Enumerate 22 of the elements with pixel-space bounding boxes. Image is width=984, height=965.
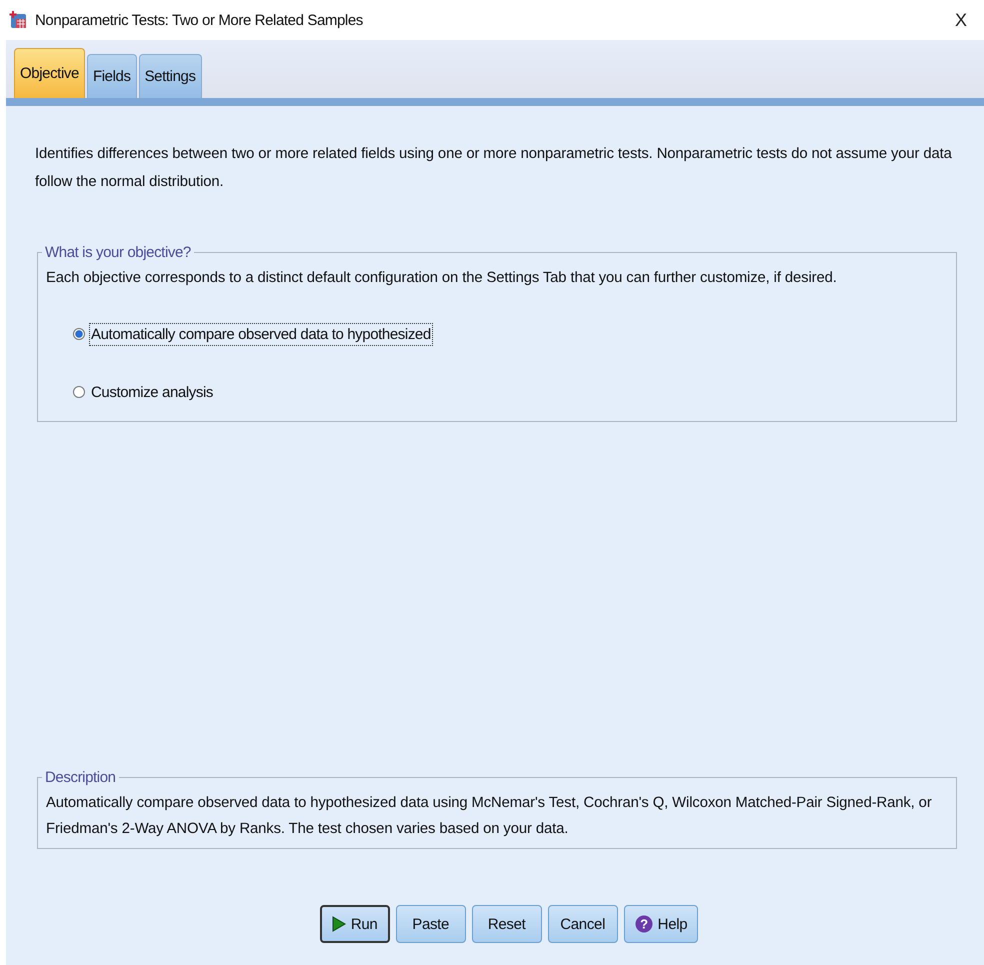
window-title: Nonparametric Tests: Two or More Related Samples: [35, 12, 363, 28]
group-text: Each objective corresponds to a distinct default configuration on the Settings Tab that you can further customize, if desired.: [46, 269, 838, 288]
group-legend: Description: [42, 769, 119, 786]
dialog-button[interactable]: Reset: [472, 905, 542, 943]
radio-button[interactable]: [73, 386, 85, 398]
tab[interactable]: Settings: [138, 54, 202, 98]
help-icon: ?: [634, 915, 653, 933]
run-button[interactable]: Run: [320, 905, 390, 943]
tab[interactable]: Fields: [86, 54, 137, 98]
group-legend: What is your objective?: [42, 244, 194, 261]
help-button[interactable]: ? Help: [624, 905, 698, 943]
tab[interactable]: Objective: [14, 48, 85, 98]
description-text: Automatically compare observed data to hypothesized data using McNemar's Test, Cochran's Q, Wilcoxon Matched-Pair Signed-Rank, or Friedman's 2-Way ANOVA by Ranks. The test chosen varies based on your data.: [46, 794, 933, 839]
play-icon: [332, 916, 346, 932]
intro-text: Identifies differences between two or more related fields using one or more nonparametric tests. Nonparametric tests do not assume your data follow the normal distribution.: [35, 145, 953, 192]
close-button[interactable]: X: [938, 0, 984, 40]
radio-button[interactable]: [73, 328, 85, 340]
dialog-button[interactable]: Cancel: [548, 905, 618, 943]
radio-label[interactable]: Customize analysis: [89, 380, 216, 404]
radio-label[interactable]: Automatically compare observed data to hypothesized: [89, 322, 433, 346]
dialog-button[interactable]: Paste: [396, 905, 466, 943]
app-icon: [8, 10, 28, 30]
